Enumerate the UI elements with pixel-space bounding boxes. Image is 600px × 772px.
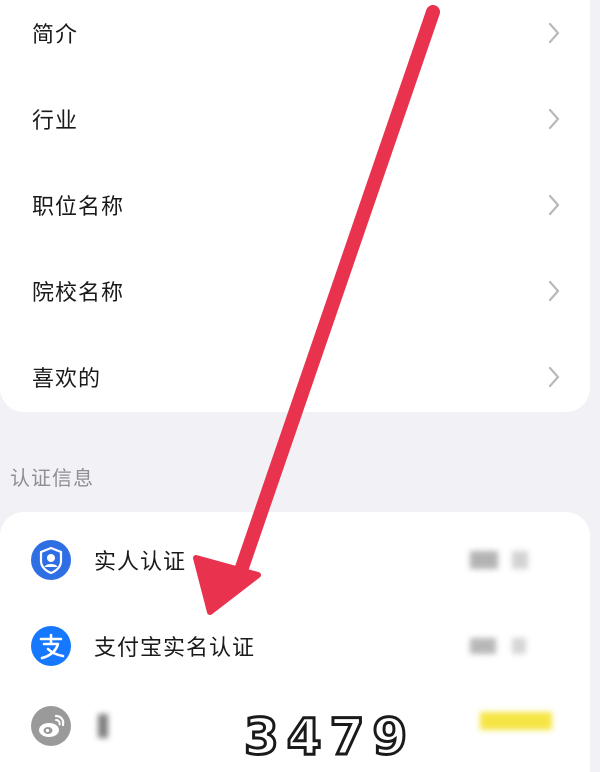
- profile-item-industry[interactable]: 行业: [0, 76, 590, 162]
- chevron-right-icon: [548, 194, 560, 216]
- blurred-status: [512, 551, 528, 569]
- profile-item-label: 简介: [32, 23, 79, 48]
- profile-card: 简介 行业 职位名称 院校名称 喜欢的: [0, 0, 590, 412]
- chevron-right-icon: [548, 108, 560, 130]
- blurred-status: [470, 551, 498, 569]
- auth-item-label: 支付宝实名认证: [94, 636, 256, 661]
- blurred-status: [470, 638, 496, 654]
- auth-item-real-person[interactable]: 实人认证: [0, 518, 590, 602]
- profile-item-label: 院校名称: [32, 281, 125, 306]
- auth-item-label: 实人认证: [94, 550, 187, 575]
- page: 简介 行业 职位名称 院校名称 喜欢的 认证信息 实人认证 支付宝实名认证 34…: [0, 0, 600, 772]
- person-verify-icon: [31, 540, 71, 580]
- weibo-icon: [31, 706, 71, 746]
- alipay-icon: [31, 626, 71, 666]
- profile-item-intro[interactable]: 简介: [0, 0, 590, 76]
- profile-item-label: 喜欢的: [32, 367, 102, 392]
- profile-item-job-title[interactable]: 职位名称: [0, 162, 590, 248]
- chevron-right-icon: [548, 366, 560, 388]
- chevron-right-icon: [548, 22, 560, 44]
- profile-item-label: 职位名称: [32, 195, 125, 220]
- chevron-right-icon: [548, 280, 560, 302]
- watermark-text: 3479: [242, 708, 416, 766]
- profile-item-school[interactable]: 院校名称: [0, 248, 590, 334]
- section-title-auth: 认证信息: [10, 466, 94, 490]
- blurred-label: [98, 714, 108, 738]
- highlight-mark: [480, 712, 552, 730]
- blurred-status: [512, 638, 526, 654]
- auth-item-alipay[interactable]: 支付宝实名认证: [0, 604, 590, 688]
- profile-item-label: 行业: [32, 109, 79, 134]
- profile-item-likes[interactable]: 喜欢的: [0, 334, 590, 420]
